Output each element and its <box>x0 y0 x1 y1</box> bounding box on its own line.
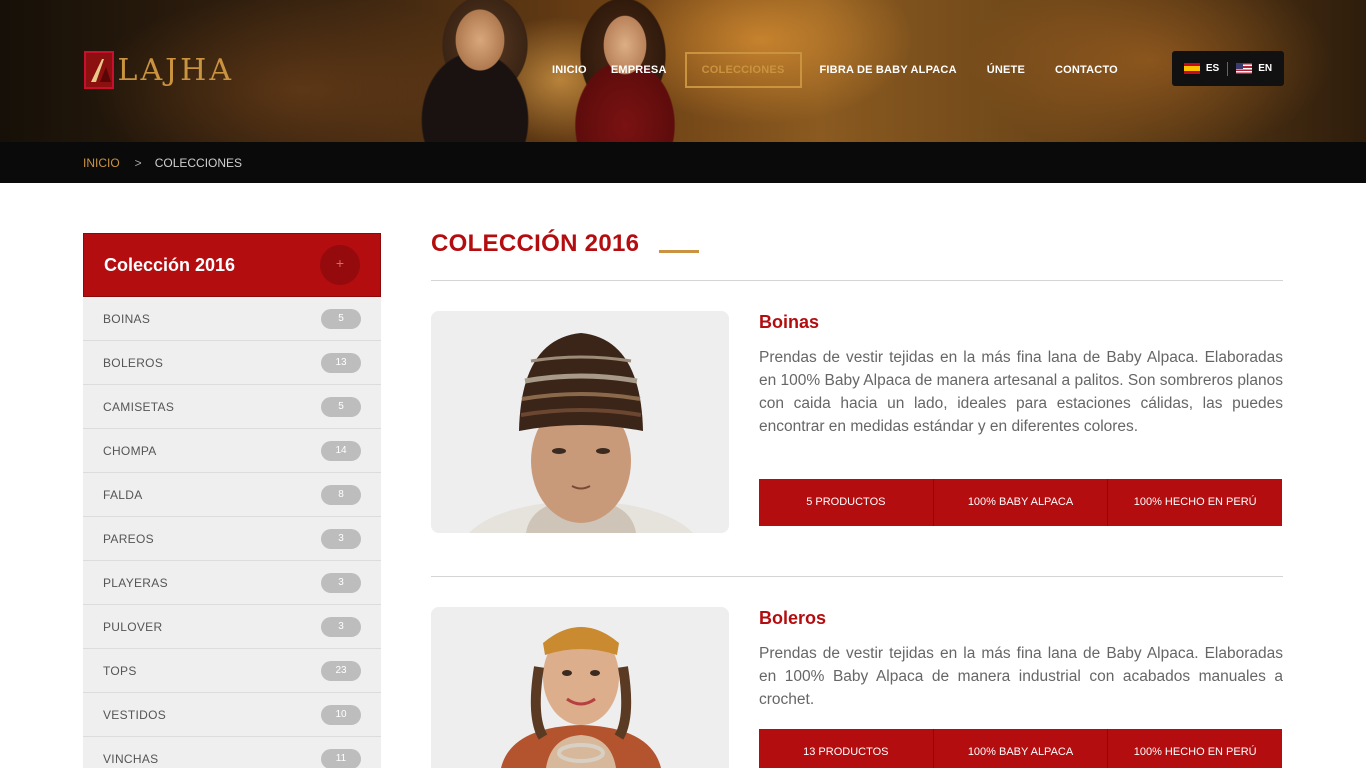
count-badge: 13 <box>321 353 361 373</box>
sidebar-item-camisetas[interactable]: CAMISETAS 5 <box>83 385 381 429</box>
main-navigation: INICIO EMPRESA COLECCIONES FIBRA DE BABY… <box>540 52 1130 88</box>
badge-product-count: 5 PRODUCTOS <box>759 479 934 526</box>
section-divider <box>431 280 1283 281</box>
product-badges: 5 PRODUCTOS 100% BABY ALPACA 100% HECHO … <box>759 479 1283 526</box>
breadcrumb: INICIO > COLECCIONES <box>83 142 242 183</box>
count-badge: 3 <box>321 573 361 593</box>
sidebar-item-label: CAMISETAS <box>103 400 175 414</box>
product-image-boinas[interactable] <box>431 311 729 533</box>
model-figure-left <box>405 0 555 142</box>
expand-plus-icon[interactable]: + <box>320 245 360 285</box>
sidebar-item-pulover[interactable]: PULOVER 3 <box>83 605 381 649</box>
sidebar-item-falda[interactable]: FALDA 8 <box>83 473 381 517</box>
badge-origin: 100% HECHO EN PERÚ <box>1108 729 1283 768</box>
sidebar-item-label: PLAYERAS <box>103 576 168 590</box>
count-badge: 8 <box>321 485 361 505</box>
section-divider <box>431 576 1283 577</box>
woman-bolero-photo <box>431 607 729 768</box>
page-title: COLECCIÓN 2016 <box>431 230 640 257</box>
language-switcher: ES EN <box>1172 51 1284 86</box>
count-badge: 11 <box>321 749 361 768</box>
collection-sidebar: Colección 2016 + BOINAS 5 BOLEROS 13 CAM… <box>83 233 381 768</box>
count-badge: 5 <box>321 397 361 417</box>
logo-mark-icon <box>84 51 114 89</box>
nav-item-inicio[interactable]: INICIO <box>540 52 599 88</box>
spain-flag-icon <box>1183 63 1200 74</box>
product-description: Prendas de vestir tejidas en la más fina… <box>759 349 1283 435</box>
sidebar-item-label: CHOMPA <box>103 444 157 458</box>
sidebar-item-pareos[interactable]: PAREOS 3 <box>83 517 381 561</box>
breadcrumb-home-link[interactable]: INICIO <box>83 156 120 170</box>
usa-flag-icon <box>1236 63 1253 74</box>
sidebar-item-chompa[interactable]: CHOMPA 14 <box>83 429 381 473</box>
sidebar-item-vestidos[interactable]: VESTIDOS 10 <box>83 693 381 737</box>
badge-material: 100% BABY ALPACA <box>933 479 1109 526</box>
sidebar-item-label: BOLEROS <box>103 356 164 370</box>
nav-item-fibra-baby-alpaca[interactable]: FIBRA DE BABY ALPACA <box>808 52 969 88</box>
count-badge: 10 <box>321 705 361 725</box>
count-badge: 5 <box>321 309 361 329</box>
sidebar-item-vinchas[interactable]: VINCHAS 11 <box>83 737 381 768</box>
product-description: Prendas de vestir tejidas en la más fina… <box>759 645 1283 708</box>
count-badge: 3 <box>321 617 361 637</box>
sidebar-item-label: TOPS <box>103 664 137 678</box>
lang-option-es[interactable]: ES <box>1176 63 1227 74</box>
hero-banner: LAJHA INICIO EMPRESA COLECCIONES FIBRA D… <box>0 0 1366 142</box>
count-badge: 3 <box>321 529 361 549</box>
title-accent-line <box>659 250 699 253</box>
logo-text: LAJHA <box>117 52 234 88</box>
product-card-boleros: Boleros Prendas de vestir tejidas en la … <box>431 607 1283 768</box>
breadcrumb-current: COLECCIONES <box>154 155 243 170</box>
nav-item-empresa[interactable]: EMPRESA <box>599 52 679 88</box>
sidebar-item-tops[interactable]: TOPS 23 <box>83 649 381 693</box>
sidebar-item-label: PULOVER <box>103 620 163 634</box>
sidebar-title: Colección 2016 <box>104 255 236 275</box>
lang-option-en[interactable]: EN <box>1228 63 1280 74</box>
product-image-boleros[interactable] <box>431 607 729 768</box>
breadcrumb-bar: INICIO > COLECCIONES <box>0 142 1366 183</box>
breadcrumb-separator: > <box>134 155 142 170</box>
count-badge: 23 <box>321 661 361 681</box>
lang-en-label: EN <box>1258 63 1273 74</box>
sidebar-item-label: VESTIDOS <box>103 708 167 722</box>
sidebar-item-label: VINCHAS <box>103 752 159 766</box>
man-beanie-photo <box>431 311 729 533</box>
sidebar-header[interactable]: Colección 2016 + <box>83 233 381 297</box>
product-name[interactable]: Boleros <box>759 608 826 629</box>
product-card-boinas: Boinas Prendas de vestir tejidas en la m… <box>431 311 1283 533</box>
count-badge: 14 <box>321 441 361 461</box>
badge-product-count: 13 PRODUCTOS <box>759 729 934 768</box>
product-name[interactable]: Boinas <box>759 312 819 333</box>
sidebar-item-boinas[interactable]: BOINAS 5 <box>83 297 381 341</box>
badge-origin: 100% HECHO EN PERÚ <box>1108 479 1283 526</box>
sidebar-item-label: PAREOS <box>103 532 154 546</box>
nav-item-colecciones[interactable]: COLECCIONES <box>684 52 802 88</box>
sidebar-item-playeras[interactable]: PLAYERAS 3 <box>83 561 381 605</box>
site-logo[interactable]: LAJHA <box>84 50 234 90</box>
sidebar-item-label: FALDA <box>103 488 143 502</box>
lang-es-label: ES <box>1205 63 1220 74</box>
product-badges: 13 PRODUCTOS 100% BABY ALPACA 100% HECHO… <box>759 729 1283 768</box>
badge-material: 100% BABY ALPACA <box>933 729 1109 768</box>
sidebar-item-label: BOINAS <box>103 312 151 326</box>
nav-item-unete[interactable]: ÚNETE <box>975 52 1037 88</box>
sidebar-item-boleros[interactable]: BOLEROS 13 <box>83 341 381 385</box>
nav-item-contacto[interactable]: CONTACTO <box>1043 52 1130 88</box>
